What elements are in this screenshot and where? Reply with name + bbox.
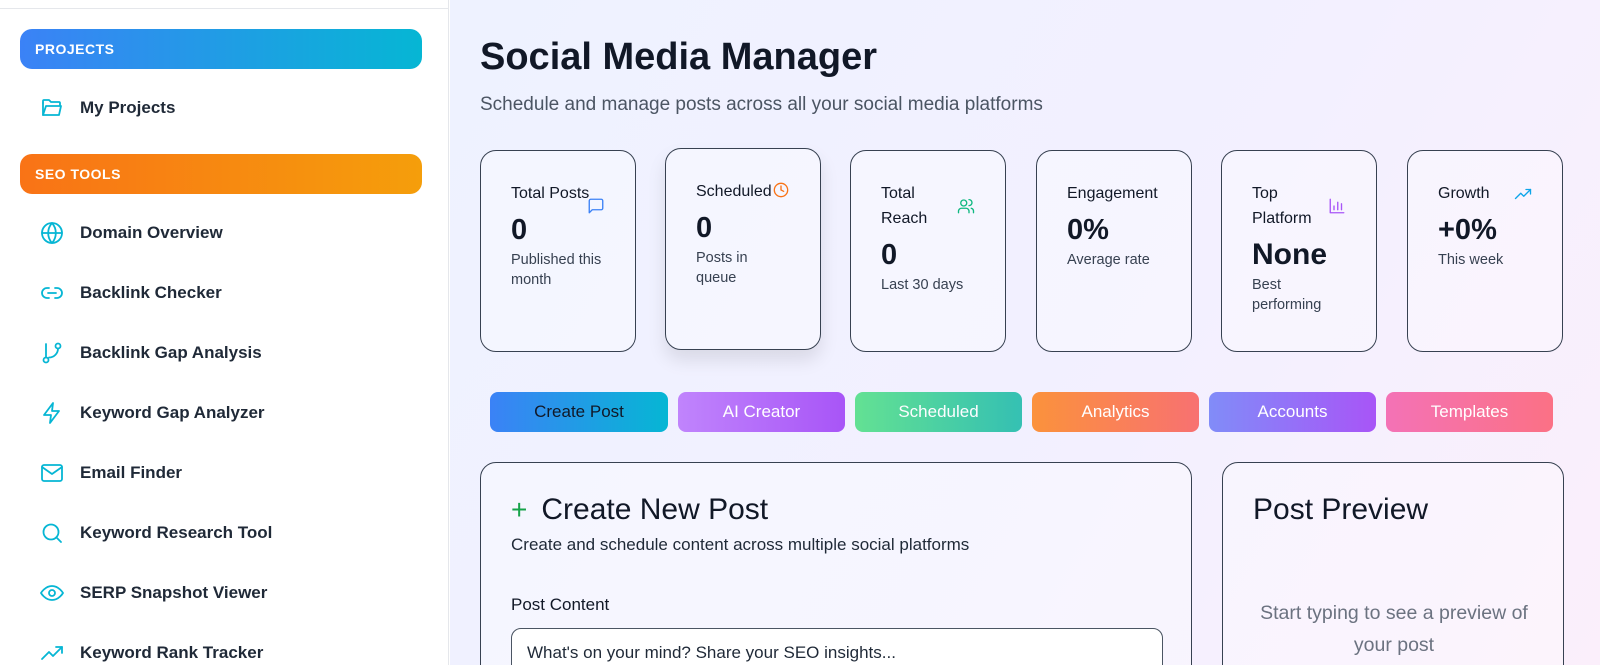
stat-value: 0	[511, 214, 528, 246]
users-icon	[957, 197, 975, 215]
sidebar-item-backlink-checker[interactable]: Backlink Checker	[40, 278, 222, 308]
post-preview-empty-text: Start typing to see a preview of your po…	[1260, 602, 1528, 656]
create-post-panel: + Create New Post Create and schedule co…	[480, 462, 1192, 665]
stat-value: 0	[881, 239, 898, 271]
tab-ai-creator[interactable]: AI Creator	[678, 392, 845, 432]
stat-card-engagement: Engagement 0% Average rate	[1036, 150, 1192, 352]
tab-create-post[interactable]: Create Post	[490, 392, 668, 432]
sidebar-item-label: Keyword Gap Analyzer	[80, 403, 265, 422]
stat-subtext: Last 30 days	[881, 277, 964, 293]
post-content-textarea[interactable]: What's on your mind? Share your SEO insi…	[511, 628, 1163, 665]
sidebar-item-domain-overview[interactable]: Domain Overview	[40, 218, 223, 248]
stat-label: Growth	[1438, 185, 1490, 202]
main-content: Social Media Manager Schedule and manage…	[450, 0, 1600, 665]
create-post-description: Create and schedule content across multi…	[511, 535, 970, 554]
stat-value: 0	[696, 212, 713, 244]
stat-card-scheduled: Scheduled 0 Posts in queue	[665, 148, 821, 350]
sidebar-item-label: My Projects	[80, 98, 176, 117]
sidebar-item-keyword-gap-analyzer[interactable]: Keyword Gap Analyzer	[40, 398, 265, 428]
sidebar-item-label: Keyword Research Tool	[80, 523, 273, 542]
sidebar-item-label: Domain Overview	[80, 223, 223, 242]
sidebar-item-label: Backlink Checker	[80, 283, 222, 302]
sidebar: PROJECTS My Projects SEO TOOLS Domain Ov…	[0, 0, 449, 665]
sidebar-item-serp-snapshot-viewer[interactable]: SERP Snapshot Viewer	[40, 578, 267, 608]
trending-up-icon	[1514, 185, 1532, 203]
message-square-icon	[587, 197, 605, 215]
mail-icon	[40, 461, 64, 485]
globe-icon	[40, 221, 64, 245]
tab-templates[interactable]: Templates	[1386, 392, 1553, 432]
stat-subtext: This week	[1438, 252, 1504, 268]
git-branch-icon	[40, 341, 64, 365]
stat-card-growth: Growth +0% This week	[1407, 150, 1563, 352]
sidebar-item-backlink-gap-analysis[interactable]: Backlink Gap Analysis	[40, 338, 262, 368]
seo-tools-section-header[interactable]: SEO TOOLS	[20, 154, 422, 194]
sidebar-item-email-finder[interactable]: Email Finder	[40, 458, 182, 488]
tab-accounts[interactable]: Accounts	[1209, 392, 1376, 432]
stat-card-total-posts: Total Posts 0 Published this month	[480, 150, 636, 352]
post-preview-panel: Post Preview Start typing to see a previ…	[1222, 462, 1564, 665]
folder-open-icon	[40, 96, 64, 120]
sidebar-item-keyword-research-tool[interactable]: Keyword Research Tool	[40, 518, 272, 548]
stat-label: Total Posts	[511, 185, 590, 202]
stat-subtext: Best performing	[1252, 277, 1322, 313]
sidebar-item-keyword-rank-tracker[interactable]: Keyword Rank Tracker	[40, 638, 263, 665]
stat-label: Top Platform	[1252, 185, 1312, 227]
link-icon	[40, 281, 64, 305]
sidebar-item-label: SERP Snapshot Viewer	[80, 583, 268, 602]
stat-label: Total Reach	[881, 185, 928, 227]
stat-card-total-reach: Total Reach 0 Last 30 days	[850, 150, 1006, 352]
bolt-icon	[40, 401, 64, 425]
stat-label: Engagement	[1067, 185, 1158, 202]
create-post-title: + Create New Post	[511, 493, 768, 527]
bar-chart-icon	[1328, 197, 1346, 215]
sidebar-item-label: Backlink Gap Analysis	[80, 343, 262, 362]
projects-section-header[interactable]: PROJECTS	[20, 29, 422, 69]
stat-subtext: Published this month	[511, 252, 602, 288]
stat-card-top-platform: Top Platform None Best performing	[1221, 150, 1377, 352]
clock-icon	[773, 182, 789, 198]
page-title: Social Media Manager	[480, 36, 878, 78]
tab-scheduled[interactable]: Scheduled	[855, 392, 1022, 432]
sidebar-item-label: Email Finder	[80, 463, 183, 482]
plus-icon: +	[511, 494, 528, 525]
create-post-title-text: Create New Post	[541, 493, 769, 526]
sidebar-item-label: Keyword Rank Tracker	[80, 643, 264, 662]
tab-analytics[interactable]: Analytics	[1032, 392, 1199, 432]
stat-label: Scheduled	[696, 179, 806, 204]
post-content-label: Post Content	[511, 595, 610, 614]
post-preview-title: Post Preview	[1253, 493, 1429, 526]
page-subtitle: Schedule and manage posts across all you…	[480, 94, 1043, 115]
trending-up-icon	[40, 641, 64, 665]
stat-subtext: Posts in queue	[696, 250, 748, 286]
stat-subtext: Average rate	[1067, 252, 1150, 268]
sidebar-item-my-projects[interactable]: My Projects	[40, 93, 175, 123]
stat-value: +0%	[1438, 214, 1497, 246]
eye-icon	[40, 581, 64, 605]
sidebar-divider	[0, 8, 448, 9]
stat-value: 0%	[1067, 214, 1109, 246]
stat-value: None	[1252, 238, 1327, 271]
search-icon	[40, 521, 64, 545]
stat-label-text: Scheduled	[696, 183, 772, 200]
